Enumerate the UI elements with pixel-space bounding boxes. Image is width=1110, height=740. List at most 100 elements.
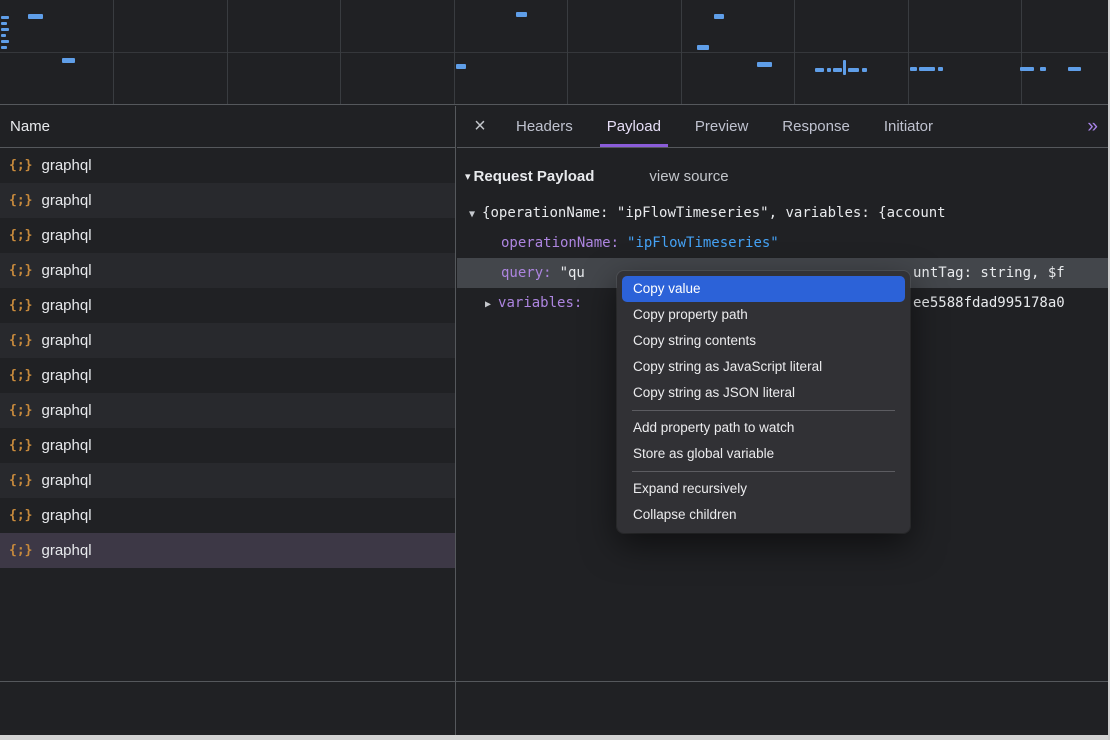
property-value-right: ee5588fdad995178a0 bbox=[913, 288, 1065, 318]
overview-lane-divider bbox=[0, 52, 1110, 53]
menu-item[interactable]: Copy value bbox=[622, 276, 905, 302]
timeline-bar bbox=[1, 22, 7, 25]
request-name: graphql bbox=[41, 472, 91, 489]
tab-payload[interactable]: Payload bbox=[590, 106, 678, 147]
request-list: {;} graphql {;} graphql {;} graphql {;} graphql… bbox=[0, 148, 455, 568]
timeline-bar bbox=[815, 68, 824, 72]
overview-gridline bbox=[227, 0, 228, 104]
request-row[interactable]: {;} graphql bbox=[0, 218, 455, 253]
request-payload-header: ▾ Request Payload view source bbox=[457, 163, 1110, 189]
expanded-triangle-icon[interactable]: ▼ bbox=[469, 200, 475, 228]
json-icon: {;} bbox=[9, 228, 32, 243]
request-name: graphql bbox=[41, 402, 91, 419]
overview-gridline bbox=[340, 0, 341, 104]
tab-preview[interactable]: Preview bbox=[678, 106, 765, 147]
json-icon: {;} bbox=[9, 333, 32, 348]
status-bar-divider bbox=[0, 681, 1110, 682]
timeline-bar bbox=[843, 60, 846, 75]
timeline-bar bbox=[456, 64, 466, 69]
timeline-bar bbox=[938, 67, 943, 71]
menu-separator bbox=[632, 471, 895, 472]
request-row[interactable]: {;}graphql bbox=[0, 428, 455, 463]
timeline-bar bbox=[1068, 67, 1081, 71]
overview-gridline bbox=[454, 0, 455, 104]
close-icon[interactable]: × bbox=[461, 106, 499, 147]
timeline-bar bbox=[516, 12, 527, 17]
menu-separator bbox=[632, 410, 895, 411]
overview-gridline bbox=[567, 0, 568, 104]
menu-item[interactable]: Store as global variable bbox=[622, 441, 905, 467]
timeline-bar bbox=[62, 58, 75, 63]
request-name: graphql bbox=[41, 192, 91, 209]
window-edge-bottom bbox=[0, 735, 1110, 740]
view-source-link[interactable]: view source bbox=[649, 168, 728, 185]
timeline-bar bbox=[827, 68, 831, 72]
timeline-bar bbox=[848, 68, 859, 72]
request-row[interactable]: {;} graphql bbox=[0, 463, 455, 498]
tab-response[interactable]: Response bbox=[765, 106, 867, 147]
property-value: "ipFlowTimeseries" bbox=[627, 235, 779, 251]
timeline-bar bbox=[910, 67, 917, 71]
timeline-bar bbox=[697, 45, 709, 50]
json-icon: {;} bbox=[9, 543, 32, 558]
request-row[interactable]: {;} graphql bbox=[0, 253, 455, 288]
request-name: graphql bbox=[41, 332, 91, 349]
json-icon: {;} bbox=[9, 298, 32, 313]
section-collapse-icon[interactable]: ▾ bbox=[465, 170, 471, 183]
tab-initiator[interactable]: Initiator bbox=[867, 106, 950, 147]
timeline-bar bbox=[757, 62, 772, 67]
detail-tabbar: × HeadersPayloadPreviewResponseInitiator… bbox=[457, 106, 1110, 148]
property-value-left: "qu bbox=[560, 265, 585, 281]
json-icon: {;} bbox=[9, 508, 32, 523]
timeline-bar bbox=[1, 28, 9, 31]
timeline-bar bbox=[862, 68, 867, 72]
section-title: Request Payload bbox=[474, 168, 595, 185]
column-header-name[interactable]: Name bbox=[0, 106, 455, 148]
property-key: variables: bbox=[498, 295, 582, 311]
request-row[interactable]: {;} graphql bbox=[0, 393, 455, 428]
json-icon: {;} bbox=[9, 403, 32, 418]
request-name: graphql bbox=[41, 227, 91, 244]
payload-root-row[interactable]: ▼ {operationName: "ipFlowTimeseries", var… bbox=[457, 198, 1110, 228]
timeline-bar bbox=[1020, 67, 1034, 71]
network-panel: Name {;}graphql{;}graphql{;}graphql{;}gr… bbox=[0, 106, 456, 735]
request-row[interactable]: {;} graphql bbox=[0, 323, 455, 358]
request-row[interactable]: {;}graphql bbox=[0, 148, 455, 183]
devtools-window: Name {;}graphql{;}graphql{;}graphql{;}gr… bbox=[0, 0, 1110, 740]
collapsed-triangle-icon[interactable]: ▶ bbox=[485, 290, 491, 318]
tab-headers[interactable]: Headers bbox=[499, 106, 590, 147]
menu-item[interactable]: Expand recursively bbox=[622, 476, 905, 502]
overview-gridline bbox=[1021, 0, 1022, 104]
request-row[interactable]: {;}graphql bbox=[0, 358, 455, 393]
request-name: graphql bbox=[41, 542, 91, 559]
timeline-bar bbox=[833, 68, 842, 72]
json-icon: {;} bbox=[9, 193, 32, 208]
timeline-bar bbox=[1, 34, 6, 37]
menu-item[interactable]: Collapse children bbox=[622, 502, 905, 528]
property-key: operationName: bbox=[501, 235, 619, 251]
request-row[interactable]: {;} graphql bbox=[0, 533, 455, 568]
more-tabs-icon[interactable]: » bbox=[1087, 106, 1098, 147]
overview-gridline bbox=[681, 0, 682, 104]
request-name: graphql bbox=[41, 297, 91, 314]
operation-name-row[interactable]: operationName: "ipFlowTimeseries" bbox=[457, 228, 1110, 258]
request-row[interactable]: {;}graphql bbox=[0, 498, 455, 533]
json-icon: {;} bbox=[9, 263, 32, 278]
menu-item[interactable]: Add property path to watch bbox=[622, 415, 905, 441]
menu-item[interactable]: Copy property path bbox=[622, 302, 905, 328]
payload-summary-text: {operationName: "ipFlowTimeseries", vari… bbox=[482, 205, 946, 221]
timeline-bar bbox=[28, 14, 43, 19]
menu-item[interactable]: Copy string contents bbox=[622, 328, 905, 354]
json-icon: {;} bbox=[9, 473, 32, 488]
request-row[interactable]: {;} graphql bbox=[0, 288, 455, 323]
menu-item[interactable]: Copy string as JSON literal bbox=[622, 380, 905, 406]
request-name: graphql bbox=[41, 262, 91, 279]
request-row[interactable]: {;} graphql bbox=[0, 183, 455, 218]
timeline-bar bbox=[919, 67, 935, 71]
property-value-right: untTag: string, $f bbox=[913, 258, 1065, 288]
overview-gridline bbox=[794, 0, 795, 104]
json-icon: {;} bbox=[9, 368, 32, 383]
timeline-bar bbox=[1, 40, 9, 43]
overview-strip[interactable] bbox=[0, 0, 1110, 105]
menu-item[interactable]: Copy string as JavaScript literal bbox=[622, 354, 905, 380]
